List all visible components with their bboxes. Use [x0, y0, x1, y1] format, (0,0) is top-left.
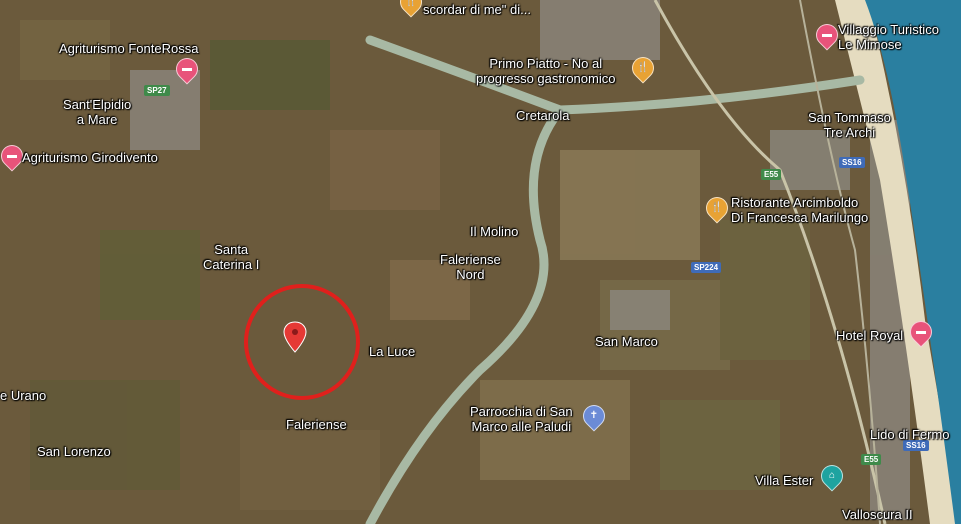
label-valloscura[interactable]: Valloscura II [842, 507, 913, 522]
ss16-shield-north: SS16 [839, 157, 865, 168]
label-primo-piatto[interactable]: Primo Piatto - No al progresso gastronom… [476, 56, 615, 86]
fork-knife-icon: 🍴 [404, 0, 418, 7]
label-san-marco[interactable]: San Marco [595, 334, 658, 349]
sp224-shield: SP224 [691, 262, 722, 273]
label-san-tommaso[interactable]: San Tommaso Tre Archi [808, 110, 891, 140]
bed-icon: ▬ [182, 63, 192, 74]
bed-icon: ▬ [7, 150, 17, 161]
label-la-luce[interactable]: La Luce [369, 344, 415, 359]
label-santa-caterina[interactable]: Santa Caterina I [203, 242, 259, 272]
fork-knife-icon: 🍴 [636, 62, 650, 73]
cross-icon: ✝ [589, 410, 599, 421]
landmark-icon: ⌂ [828, 470, 836, 481]
label-arcimboldo[interactable]: Ristorante Arcimboldo Di Francesca Maril… [731, 195, 868, 225]
label-cretarola[interactable]: Cretarola [516, 108, 569, 123]
label-hotel-royal[interactable]: Hotel Royal [836, 328, 903, 343]
bed-icon: ▬ [822, 29, 832, 40]
label-girodivento[interactable]: Agriturismo Girodivento [22, 150, 158, 165]
label-il-molino[interactable]: Il Molino [470, 224, 518, 239]
label-parrocchia[interactable]: Parrocchia di San Marco alle Paludi [470, 404, 573, 434]
label-mimose[interactable]: Villaggio Turistico Le Mimose [838, 22, 939, 52]
label-san-lorenzo[interactable]: San Lorenzo [37, 444, 111, 459]
label-lido[interactable]: Lido di Fermo [870, 427, 949, 442]
label-faleriense-nord[interactable]: Faleriense Nord [440, 252, 501, 282]
label-urano[interactable]: e Urano [0, 388, 46, 403]
label-scordar[interactable]: scordar di me" di... [423, 2, 531, 17]
sp27-shield: SP27 [144, 85, 170, 96]
pin-center-dot [292, 329, 298, 335]
label-villa-ester[interactable]: Villa Ester [755, 473, 813, 488]
e55-shield-south: E55 [861, 454, 882, 465]
label-fonterossa[interactable]: Agriturismo FonteRossa [59, 41, 198, 56]
e55-shield-north: E55 [761, 169, 782, 180]
bed-icon: ▬ [916, 326, 926, 337]
fork-knife-icon: 🍴 [710, 202, 724, 213]
label-faleriense[interactable]: Faleriense [286, 417, 347, 432]
label-santelpidio[interactable]: Sant'Elpidio a Mare [63, 97, 131, 127]
